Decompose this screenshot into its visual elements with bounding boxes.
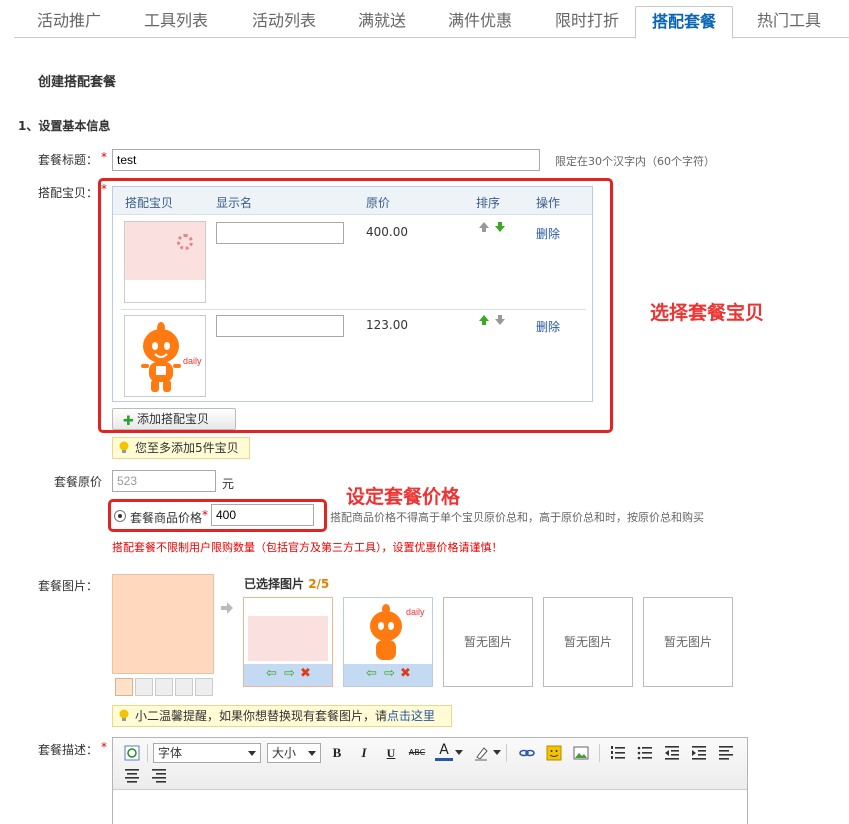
move-left-icon[interactable]: ⇦ <box>366 666 377 682</box>
image-thumb-selector[interactable] <box>155 678 173 696</box>
emoticon-icon[interactable] <box>545 744 563 762</box>
rich-text-editor[interactable]: 字体 大小 B I U ABC A <box>112 737 748 824</box>
chosen-images-label: 已选择图片 <box>244 577 305 591</box>
click-here-link[interactable]: 点击这里 <box>387 709 435 723</box>
ordered-list-icon[interactable] <box>609 744 627 762</box>
image-slot-empty: 暂无图片 <box>443 597 533 687</box>
lightbulb-icon <box>119 441 129 453</box>
annotation-box-products <box>98 178 613 433</box>
mascot-label: daily <box>406 607 425 617</box>
editor-content-area[interactable] <box>113 790 747 824</box>
italic-icon[interactable]: I <box>355 744 373 762</box>
original-price-label: 套餐原价 <box>53 475 102 489</box>
dropdown-arrow-icon[interactable] <box>493 750 501 755</box>
dropdown-arrow-icon <box>248 751 256 756</box>
required-mark: * <box>101 740 107 754</box>
image-thumb-selector[interactable] <box>175 678 193 696</box>
limit-warning: 搭配套餐不限制用户限购数量（包括官方及第三方工具），设置优惠价格请谨慎！ <box>112 541 503 554</box>
package-price-hint: 搭配商品价格不得高于单个宝贝原价总和，高于原价总和时，按原价总和购买 <box>330 511 704 524</box>
remove-icon[interactable]: ✖ <box>400 666 411 682</box>
font-size-value: 大小 <box>272 746 297 760</box>
tab-hot-tools[interactable]: 热门工具 <box>744 6 834 38</box>
move-left-icon[interactable]: ⇦ <box>266 666 277 682</box>
tab-full-gift[interactable]: 满就送 <box>342 6 422 38</box>
arrow-right-icon <box>221 602 233 614</box>
title-hint: 限定在30个汉字内（60个字符） <box>555 155 715 168</box>
toolbar-separator <box>147 744 148 762</box>
annotation-box-price <box>108 499 327 532</box>
image-icon[interactable] <box>572 744 590 762</box>
image-slot-1[interactable]: ⇦ ⇨ ✖ <box>243 597 333 687</box>
toolbar-separator <box>506 744 507 762</box>
image-thumb-selector[interactable] <box>115 678 133 696</box>
slot-image <box>248 616 328 661</box>
description-label: 套餐描述： <box>37 743 98 757</box>
source-code-icon[interactable] <box>123 744 141 762</box>
align-right-icon[interactable] <box>150 767 168 785</box>
tab-bar: 活动推广 工具列表 活动列表 满就送 满件优惠 限时打折 搭配套餐 热门工具 <box>14 0 849 39</box>
toolbar-separator <box>599 744 600 762</box>
replace-image-tip: 小二温馨提醒，如果你想替换现有套餐图片，请点击这里 <box>112 705 452 727</box>
annotation-set-price: 设定套餐价格 <box>346 486 461 508</box>
original-price-input <box>112 470 216 492</box>
tab-tool-list[interactable]: 工具列表 <box>128 6 224 38</box>
tab-limited-discount[interactable]: 限时打折 <box>538 6 636 38</box>
font-family-select[interactable]: 字体 <box>153 743 261 763</box>
editor-toolbar: 字体 大小 B I U ABC A <box>113 738 747 790</box>
max-products-tip: 您至多添加5件宝贝 <box>112 437 250 459</box>
products-label: 搭配宝贝： <box>37 186 98 200</box>
title-input[interactable] <box>112 149 540 171</box>
align-left-icon[interactable] <box>717 744 735 762</box>
bold-icon[interactable]: B <box>328 744 346 762</box>
tab-activity-list[interactable]: 活动列表 <box>236 6 332 38</box>
tab-full-piece-discount[interactable]: 满件优惠 <box>434 6 526 38</box>
annotation-select-products: 选择套餐宝贝 <box>650 302 765 324</box>
strikethrough-icon[interactable]: ABC <box>408 744 426 762</box>
required-mark: * <box>101 150 107 164</box>
font-size-select[interactable]: 大小 <box>267 743 321 763</box>
replace-image-tip-text: 小二温馨提醒，如果你想替换现有套餐图片，请 <box>135 709 388 723</box>
font-family-value: 字体 <box>158 746 183 760</box>
slot-action-bar: ⇦ ⇨ ✖ <box>244 664 332 686</box>
chosen-images-title: 已选择图片 2/5 <box>244 575 329 592</box>
main-package-image[interactable] <box>112 574 214 674</box>
lightbulb-icon <box>119 709 129 721</box>
move-right-icon[interactable]: ⇨ <box>384 666 395 682</box>
chosen-images-count: 2/5 <box>308 577 330 591</box>
dropdown-arrow-icon <box>308 751 316 756</box>
unordered-list-icon[interactable] <box>636 744 654 762</box>
page-title: 创建搭配套餐 <box>38 75 117 90</box>
section-title: 1、设置基本信息 <box>18 119 111 133</box>
title-label: 套餐标题： <box>37 153 98 167</box>
tab-bundle[interactable]: 搭配套餐 <box>635 6 733 39</box>
align-center-icon[interactable] <box>123 767 141 785</box>
currency-unit: 元 <box>222 477 235 491</box>
outdent-icon[interactable] <box>663 744 681 762</box>
highlight-icon[interactable] <box>473 744 491 762</box>
dropdown-arrow-icon[interactable] <box>455 750 463 755</box>
max-products-tip-text: 您至多添加5件宝贝 <box>135 441 239 455</box>
slot-action-bar: ⇦ ⇨ ✖ <box>344 664 432 686</box>
indent-icon[interactable] <box>690 744 708 762</box>
images-label: 套餐图片： <box>37 579 98 593</box>
move-right-icon[interactable]: ⇨ <box>284 666 295 682</box>
image-slot-2[interactable]: daily ⇦ ⇨ ✖ <box>343 597 433 687</box>
link-icon[interactable] <box>518 744 536 762</box>
tab-activity-promo[interactable]: 活动推广 <box>24 6 114 38</box>
image-thumb-selector[interactable] <box>135 678 153 696</box>
underline-icon[interactable]: U <box>382 744 400 762</box>
image-slot-empty: 暂无图片 <box>643 597 733 687</box>
image-slot-empty: 暂无图片 <box>543 597 633 687</box>
remove-icon[interactable]: ✖ <box>300 666 311 682</box>
font-color-icon[interactable]: A <box>435 743 453 761</box>
image-thumb-selector[interactable] <box>195 678 213 696</box>
